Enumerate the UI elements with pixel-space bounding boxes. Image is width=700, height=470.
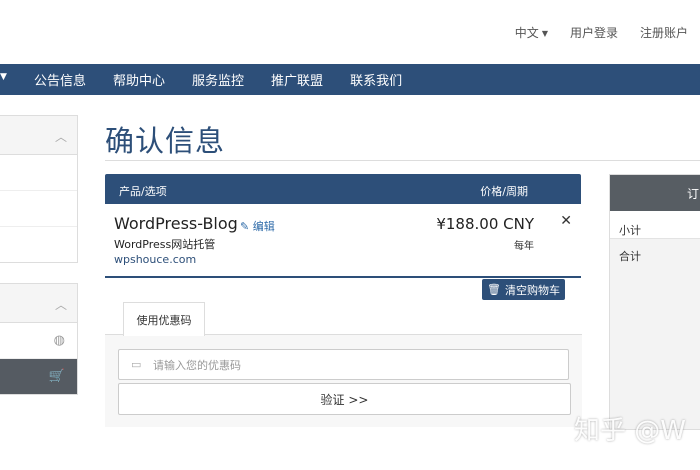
- nav-item-contact[interactable]: 联系我们: [350, 70, 415, 89]
- top-bar: 中文 ▼ 用户登录 注册账户: [0, 0, 700, 64]
- clear-cart-button[interactable]: 🗑 清空购物车: [482, 279, 565, 300]
- sidebar-item[interactable]: [0, 191, 77, 227]
- edit-link[interactable]: ✎ 编辑: [240, 218, 275, 234]
- main-nav: ▼ 公告信息 帮助中心 服务监控 推广联盟 联系我们: [0, 64, 700, 95]
- edit-label: 编辑: [252, 220, 275, 233]
- page-title: 确认信息: [105, 124, 226, 158]
- chevron-down-icon: ▼: [541, 29, 548, 38]
- verify-button[interactable]: 验证 >>: [118, 383, 571, 415]
- tab-promo-code[interactable]: 使用优惠码: [123, 302, 205, 336]
- chevron-down-icon[interactable]: ▼: [0, 72, 7, 82]
- sidebar-panel-actions: ︿ ◍ 🛒: [0, 283, 78, 395]
- cart-table-header: 产品/选项 价格/周期: [105, 174, 581, 204]
- nav-item-monitoring[interactable]: 服务监控: [192, 70, 257, 89]
- language-label: 中文: [514, 26, 539, 40]
- remove-item-icon[interactable]: ✕: [560, 213, 572, 229]
- sidebar-item-cart[interactable]: 🛒: [0, 359, 77, 394]
- chevron-up-icon[interactable]: ︿: [55, 296, 67, 313]
- sidebar-item[interactable]: [0, 155, 77, 191]
- sidebar-panel-header[interactable]: ︿: [0, 284, 77, 323]
- login-link[interactable]: 用户登录: [570, 24, 618, 41]
- nav-item-announcements[interactable]: 公告信息: [34, 70, 99, 89]
- column-header-price: 价格/周期: [480, 185, 528, 198]
- order-summary: 订 小计 合计: [609, 174, 700, 430]
- sidebar-item-language[interactable]: ◍: [0, 323, 77, 359]
- promo-code-input[interactable]: [151, 354, 555, 376]
- subtotal-label: 小计: [619, 224, 641, 237]
- total-label: 合计: [619, 250, 641, 263]
- top-links: 中文 ▼ 用户登录 注册账户: [515, 24, 688, 41]
- pencil-icon: ✎: [240, 220, 250, 233]
- nav-item-affiliates[interactable]: 推广联盟: [271, 70, 336, 89]
- sidebar-panel-header[interactable]: ︿: [0, 116, 77, 155]
- ticket-icon: ▭: [131, 358, 142, 371]
- trash-icon: 🗑: [487, 283, 501, 296]
- summary-divider: [610, 238, 700, 239]
- watermark-text: 知乎 @W: [574, 416, 686, 446]
- cart-icon: 🛒: [48, 369, 65, 384]
- product-name: WordPress-Blog: [114, 214, 238, 233]
- clear-cart-label: 清空购物车: [504, 283, 560, 297]
- product-description: WordPress网站托管: [114, 238, 216, 251]
- column-header-product: 产品/选项: [119, 185, 167, 198]
- globe-icon: ◍: [53, 333, 65, 348]
- cart-item-row: WordPress-Blog ✎ 编辑 WordPress网站托管 wpshou…: [105, 205, 581, 278]
- product-price: ¥188.00 CNY: [436, 215, 534, 233]
- sidebar-item[interactable]: [0, 227, 77, 262]
- order-summary-title: 订: [686, 187, 699, 201]
- language-dropdown[interactable]: 中文 ▼: [515, 24, 548, 41]
- chevron-up-icon[interactable]: ︿: [55, 128, 67, 145]
- sidebar-panel-categories: ︿: [0, 115, 78, 263]
- product-domain: wpshouce.com: [114, 253, 197, 266]
- title-divider: [105, 160, 700, 161]
- promo-code-field[interactable]: ▭: [118, 349, 569, 380]
- nav-item-help[interactable]: 帮助中心: [113, 70, 178, 89]
- order-summary-header: 订: [610, 175, 700, 211]
- register-link[interactable]: 注册账户: [640, 24, 688, 41]
- billing-cycle: 每年: [514, 241, 534, 252]
